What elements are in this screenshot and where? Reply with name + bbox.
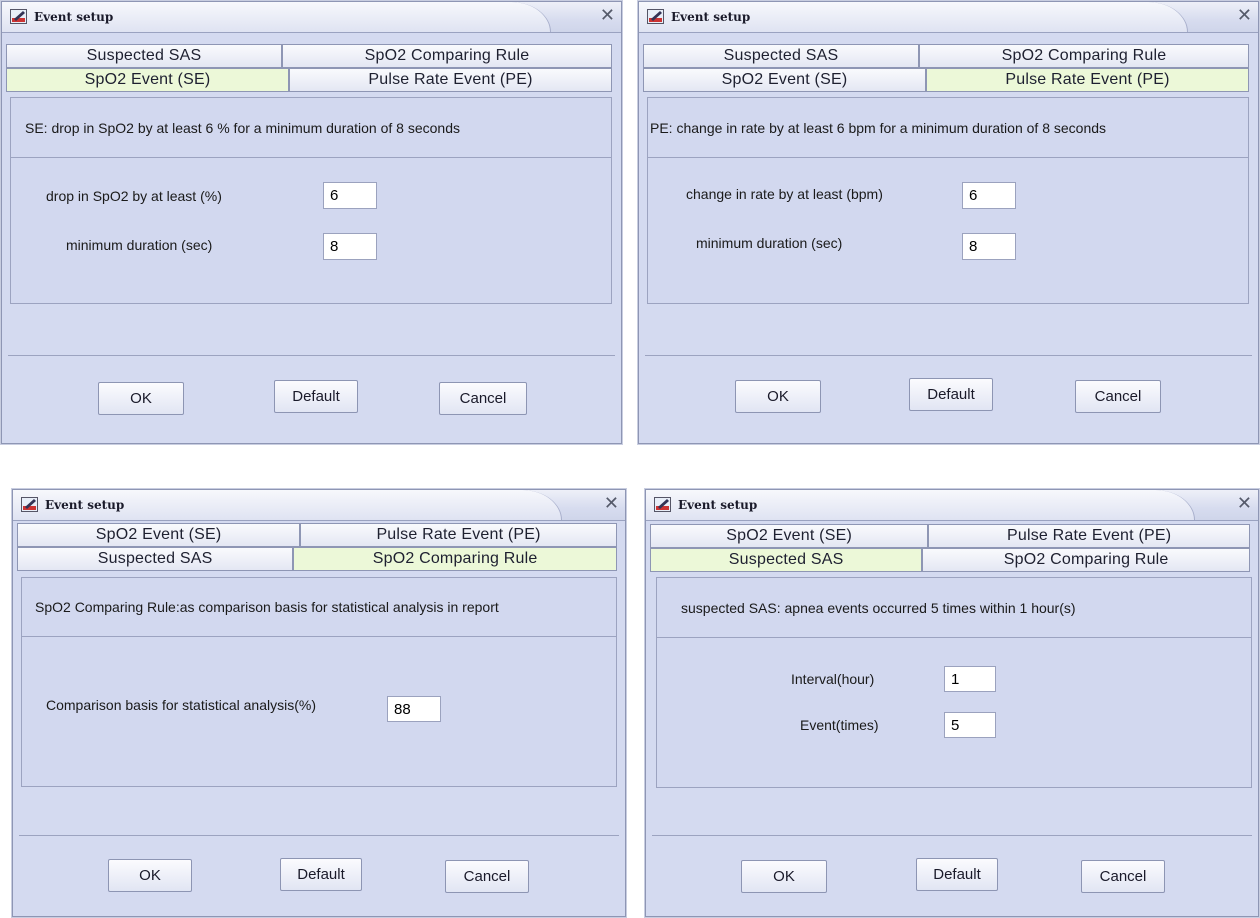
- event-setup-dialog-suspected-sas: Event setup ✕ SpO2 Event (SE) Pulse Rate…: [645, 489, 1259, 917]
- event-times-input[interactable]: 5: [944, 712, 996, 738]
- drop-in-spo2-label: drop in SpO2 by at least (%): [46, 188, 222, 204]
- settings-panel: SE: drop in SpO2 by at least 6 % for a m…: [10, 97, 612, 304]
- change-in-rate-input[interactable]: 6: [962, 182, 1016, 209]
- default-button[interactable]: Default: [274, 380, 358, 413]
- ok-button[interactable]: OK: [98, 382, 184, 415]
- cancel-button[interactable]: Cancel: [1081, 860, 1165, 893]
- title-bar[interactable]: Event setup ✕: [646, 490, 1258, 521]
- event-description: SE: drop in SpO2 by at least 6 % for a m…: [11, 98, 611, 158]
- ok-button[interactable]: OK: [735, 380, 821, 413]
- tab-spo2-event-se[interactable]: SpO2 Event (SE): [650, 524, 929, 548]
- edit-pencil-icon: [10, 9, 27, 24]
- event-setup-dialog-se: Event setup ✕ Suspected SAS SpO2 Compari…: [1, 1, 622, 444]
- tab-suspected-sas[interactable]: Suspected SAS: [643, 44, 919, 68]
- comparison-basis-input[interactable]: 88: [387, 696, 441, 722]
- dialog-title: Event setup: [678, 498, 758, 512]
- tab-spo2-comparing-rule[interactable]: SpO2 Comparing Rule: [282, 44, 612, 68]
- close-icon[interactable]: ✕: [1237, 5, 1252, 26]
- tab-spo2-comparing-rule[interactable]: SpO2 Comparing Rule: [293, 547, 617, 571]
- ok-button[interactable]: OK: [108, 859, 192, 892]
- title-bar[interactable]: Event setup ✕: [639, 2, 1258, 33]
- tab-suspected-sas[interactable]: Suspected SAS: [650, 548, 923, 572]
- tab-pulse-rate-event-pe[interactable]: Pulse Rate Event (PE): [928, 524, 1250, 548]
- tab-spo2-comparing-rule[interactable]: SpO2 Comparing Rule: [919, 44, 1249, 68]
- default-button[interactable]: Default: [909, 378, 993, 411]
- settings-panel: suspected SAS: apnea events occurred 5 t…: [656, 577, 1252, 788]
- event-setup-dialog-pe: Event setup ✕ Suspected SAS SpO2 Compari…: [638, 1, 1259, 444]
- event-description: suspected SAS: apnea events occurred 5 t…: [657, 578, 1251, 638]
- dialog-title: Event setup: [34, 10, 114, 24]
- ok-button[interactable]: OK: [741, 860, 827, 893]
- tab-spo2-event-se[interactable]: SpO2 Event (SE): [643, 68, 926, 92]
- event-times-label: Event(times): [800, 717, 879, 733]
- cancel-button[interactable]: Cancel: [445, 860, 529, 893]
- settings-panel: SpO2 Comparing Rule:as comparison basis …: [21, 577, 617, 787]
- minimum-duration-input[interactable]: 8: [962, 233, 1016, 260]
- tab-pulse-rate-event-pe[interactable]: Pulse Rate Event (PE): [289, 68, 612, 92]
- cancel-button[interactable]: Cancel: [439, 382, 527, 415]
- close-icon[interactable]: ✕: [600, 5, 615, 26]
- event-setup-dialog-comparing-rule: Event setup ✕ SpO2 Event (SE) Pulse Rate…: [12, 489, 626, 917]
- event-description: PE: change in rate by at least 6 bpm for…: [648, 98, 1248, 158]
- edit-pencil-icon: [654, 497, 671, 512]
- interval-hour-label: Interval(hour): [791, 671, 875, 687]
- event-description: SpO2 Comparing Rule:as comparison basis …: [22, 578, 616, 637]
- minimum-duration-label: minimum duration (sec): [696, 235, 843, 251]
- default-button[interactable]: Default: [916, 858, 998, 891]
- tab-suspected-sas[interactable]: Suspected SAS: [6, 44, 282, 68]
- tab-pulse-rate-event-pe[interactable]: Pulse Rate Event (PE): [300, 523, 617, 547]
- change-in-rate-label: change in rate by at least (bpm): [686, 186, 883, 202]
- minimum-duration-label: minimum duration (sec): [66, 237, 213, 253]
- cancel-button[interactable]: Cancel: [1075, 380, 1161, 413]
- comparison-basis-label: Comparison basis for statistical analysi…: [46, 697, 316, 713]
- title-bar[interactable]: Event setup ✕: [13, 490, 625, 521]
- settings-panel: PE: change in rate by at least 6 bpm for…: [647, 97, 1249, 304]
- drop-in-spo2-input[interactable]: 6: [323, 182, 377, 209]
- tab-pulse-rate-event-pe[interactable]: Pulse Rate Event (PE): [926, 68, 1249, 92]
- default-button[interactable]: Default: [280, 858, 362, 891]
- tab-suspected-sas[interactable]: Suspected SAS: [17, 547, 294, 571]
- dialog-title: Event setup: [45, 498, 125, 512]
- title-bar[interactable]: Event setup ✕: [2, 2, 621, 33]
- tab-spo2-event-se[interactable]: SpO2 Event (SE): [17, 523, 301, 547]
- close-icon[interactable]: ✕: [1237, 493, 1252, 514]
- tab-spo2-event-se[interactable]: SpO2 Event (SE): [6, 68, 289, 92]
- close-icon[interactable]: ✕: [604, 493, 619, 514]
- minimum-duration-input[interactable]: 8: [323, 233, 377, 260]
- edit-pencil-icon: [21, 497, 38, 512]
- tab-spo2-comparing-rule[interactable]: SpO2 Comparing Rule: [922, 548, 1250, 572]
- dialog-title: Event setup: [671, 10, 751, 24]
- interval-hour-input[interactable]: 1: [944, 666, 996, 692]
- edit-pencil-icon: [647, 9, 664, 24]
